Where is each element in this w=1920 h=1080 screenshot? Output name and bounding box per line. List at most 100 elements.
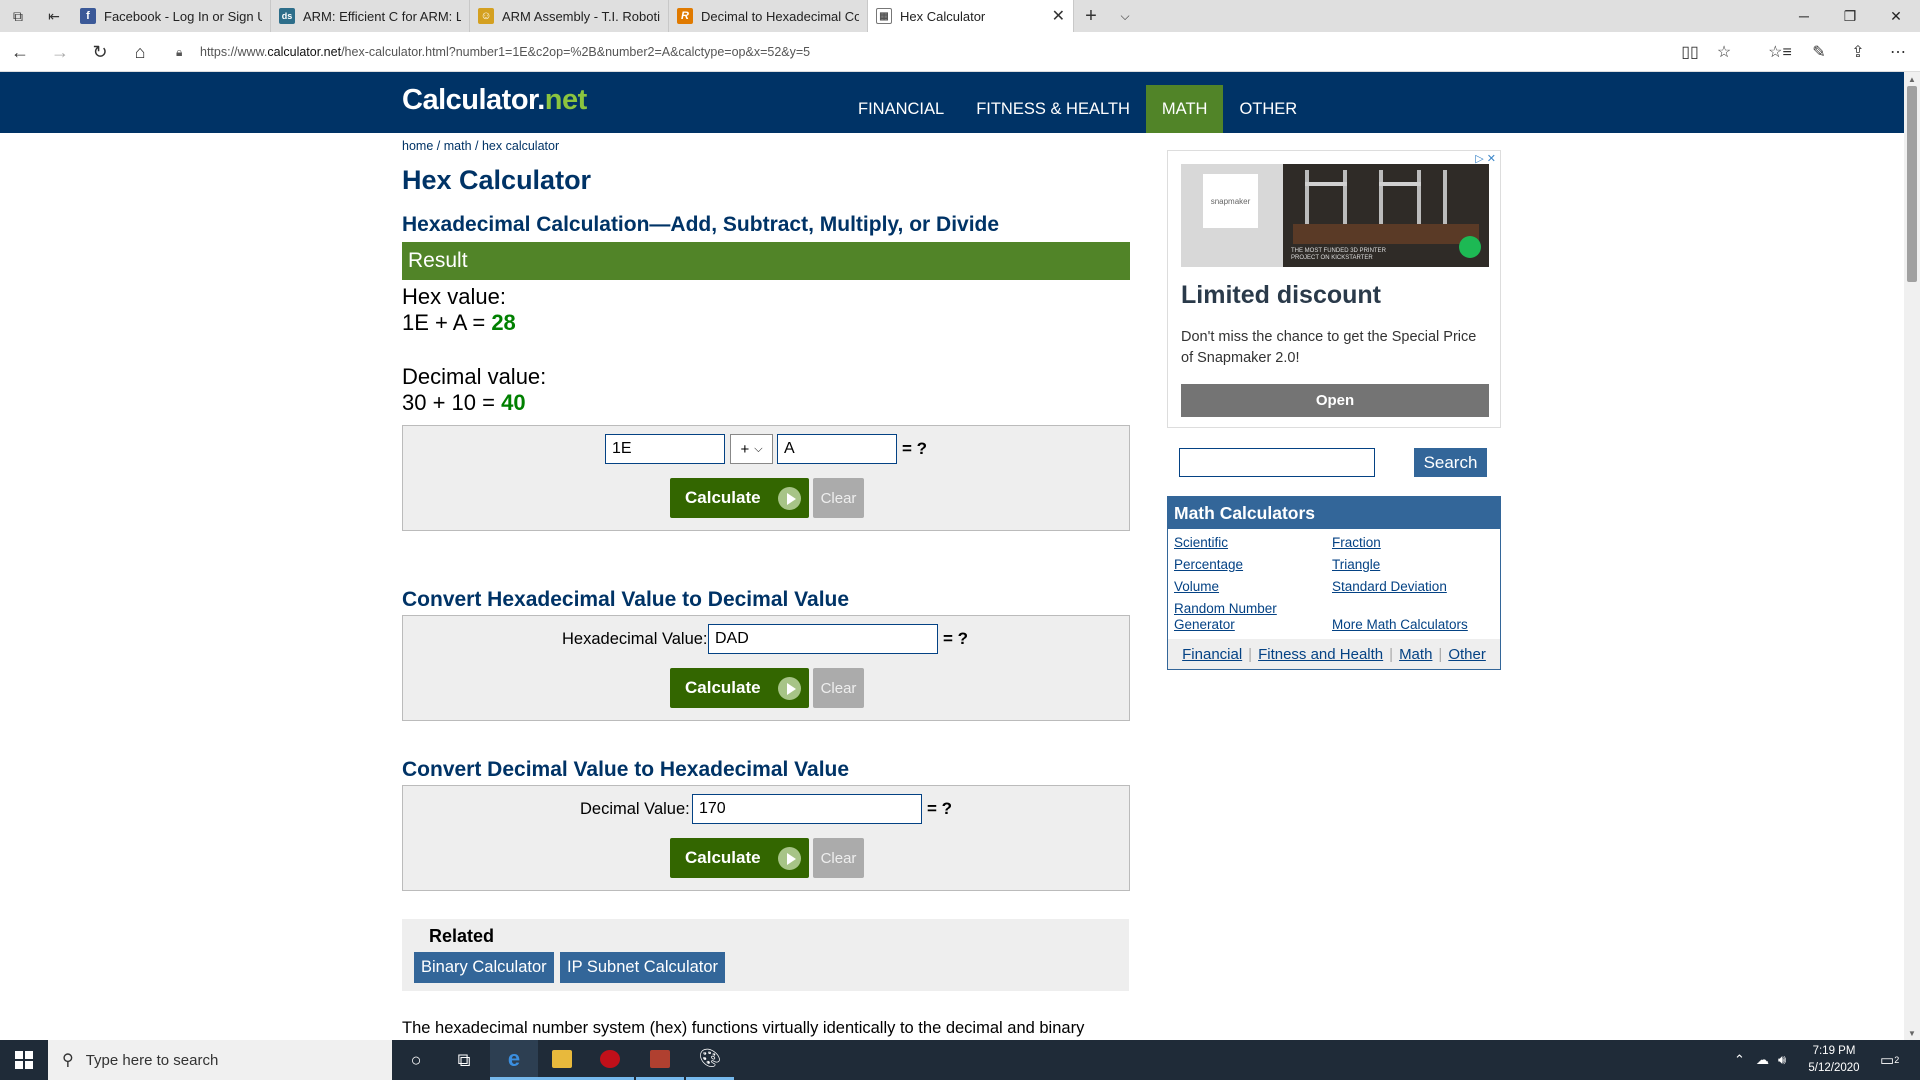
footer-math-link[interactable]: Math <box>1399 646 1432 663</box>
ad-open-button[interactable]: Open <box>1181 384 1489 417</box>
ip-subnet-calculator-link[interactable]: IP Subnet Calculator <box>560 952 726 983</box>
edge-browser-icon[interactable]: e <box>490 1040 538 1080</box>
calculate-button[interactable]: Calculate <box>670 478 809 518</box>
set-aside-tabs-icon[interactable]: ⇤ <box>36 0 72 32</box>
onedrive-cloud-icon[interactable]: ☁ <box>1756 1040 1769 1080</box>
random-number-generator-link[interactable]: Random Number Generator <box>1174 601 1294 633</box>
calculate-button[interactable]: Calculate <box>670 668 809 708</box>
ad-brand: snapmaker <box>1210 196 1251 206</box>
ad-image[interactable]: snapmaker THE MOST FUNDED 3D PRINTER PRO… <box>1181 164 1489 267</box>
facebook-icon: f <box>80 8 96 24</box>
minimize-icon[interactable]: ─ <box>1781 0 1827 32</box>
triangle-link[interactable]: Triangle <box>1332 557 1380 573</box>
percentage-link[interactable]: Percentage <box>1174 557 1243 573</box>
binary-calculator-link[interactable]: Binary Calculator <box>414 952 554 983</box>
app-red-icon[interactable] <box>586 1040 634 1080</box>
start-button[interactable] <box>0 1040 48 1080</box>
close-window-icon[interactable]: ✕ <box>1873 0 1919 32</box>
code-composer-icon[interactable] <box>636 1040 684 1080</box>
decimal-value-input[interactable] <box>692 794 922 824</box>
back-icon[interactable]: ← <box>0 32 40 72</box>
operator-select[interactable]: + ⌵ <box>730 434 773 464</box>
reading-view-icon[interactable]: ▯▯ <box>1672 32 1708 72</box>
calculate-button[interactable]: Calculate <box>670 838 809 878</box>
hex-value-input[interactable] <box>708 624 938 654</box>
scroll-down-icon[interactable]: ▼ <box>1904 1026 1920 1040</box>
task-view-icon[interactable]: ⧉ <box>440 1040 488 1080</box>
cortana-icon[interactable]: ○ <box>392 1040 440 1080</box>
nav-fitness-health[interactable]: FITNESS & HEALTH <box>960 85 1146 133</box>
close-tab-icon[interactable]: ✕ <box>1052 6 1065 26</box>
clear-button[interactable]: Clear <box>813 838 864 878</box>
decimal-value-field-label: Decimal Value: <box>580 800 690 818</box>
scientific-link[interactable]: Scientific <box>1174 535 1228 551</box>
tab-facebook[interactable]: f Facebook - Log In or Sign U <box>72 0 271 32</box>
volume-icon[interactable]: 🔊︎ <box>1778 1040 1786 1080</box>
nav-financial[interactable]: FINANCIAL <box>842 85 960 133</box>
url-prefix: https://www. <box>200 45 268 59</box>
more-math-calculators-link[interactable]: More Math Calculators <box>1332 617 1468 633</box>
scroll-thumb[interactable] <box>1907 86 1917 282</box>
tab-decimal-to-hex[interactable]: R Decimal to Hexadecimal Co <box>669 0 868 32</box>
url-field[interactable]: 🔒︎ https://www. calculator.net/hex-calcul… <box>176 38 1736 66</box>
robot-icon: ☺ <box>478 8 494 24</box>
nav-other[interactable]: OTHER <box>1223 85 1313 133</box>
clear-button[interactable]: Clear <box>813 668 864 708</box>
page-scrollbar[interactable]: ▲ ▼ <box>1904 72 1920 1040</box>
decimal-value-label: Decimal value: <box>402 364 547 389</box>
scroll-up-icon[interactable]: ▲ <box>1904 72 1920 86</box>
printer-frame <box>1379 182 1421 186</box>
breadcrumb-home[interactable]: home <box>402 139 433 153</box>
printer-frame <box>1305 170 1309 226</box>
printer-frame <box>1305 182 1347 186</box>
paint-app-icon[interactable]: 🎨︎ <box>686 1040 734 1080</box>
site-logo[interactable]: Calculator.net <box>402 84 587 117</box>
footer-fitness-link[interactable]: Fitness and Health <box>1258 646 1383 663</box>
forward-icon[interactable]: → <box>40 32 80 72</box>
more-menu-icon[interactable]: ⋯ <box>1880 32 1916 72</box>
breadcrumb-math[interactable]: math <box>444 139 472 153</box>
site-search-input[interactable] <box>1179 448 1375 477</box>
notifications-icon[interactable]: ▭ 2 <box>1880 1040 1899 1080</box>
printer-frame <box>1379 170 1383 226</box>
footer-other-link[interactable]: Other <box>1448 646 1486 663</box>
refresh-icon[interactable]: ↻ <box>80 32 120 72</box>
tab-title: ARM Assembly - T.I. Robotic <box>502 8 660 24</box>
chevron-down-icon[interactable]: ⌵ <box>1108 0 1142 32</box>
standard-deviation-link[interactable]: Standard Deviation <box>1332 579 1447 595</box>
advertisement[interactable]: ▷ ✕ snapmaker THE MOST FUNDED 3D PRINTER… <box>1167 150 1501 428</box>
tab-arm-efficient-c[interactable]: ds ARM: Efficient C for ARM: Lc <box>271 0 470 32</box>
calculator-subtitle: Hexadecimal Calculation—Add, Subtract, M… <box>402 213 1000 236</box>
fraction-link[interactable]: Fraction <box>1332 535 1381 551</box>
related-section: Related Binary Calculator IP Subnet Calc… <box>402 919 1129 991</box>
favorites-list-icon[interactable]: ☆≡ <box>1762 32 1798 72</box>
pen-icon[interactable]: ✎ <box>1801 32 1837 72</box>
share-icon[interactable]: ⇪ <box>1840 32 1876 72</box>
breadcrumb-current[interactable]: hex calculator <box>482 139 559 153</box>
second-number-input[interactable] <box>777 434 897 464</box>
system-clock[interactable]: 7:19 PM 5/12/2020 <box>1794 1043 1874 1077</box>
taskbar-search-box[interactable]: ⚲ Type here to search <box>48 1040 392 1080</box>
breadcrumb: home / math / hex calculator <box>402 139 559 153</box>
ad-caption-line: PROJECT ON KICKSTARTER <box>1291 255 1373 261</box>
tab-actions-icon[interactable]: ⧉ <box>0 0 36 32</box>
favorite-star-icon[interactable]: ☆ <box>1706 32 1742 72</box>
first-number-input[interactable] <box>605 434 725 464</box>
tab-arm-assembly[interactable]: ☺ ARM Assembly - T.I. Robotic <box>470 0 669 32</box>
clear-button[interactable]: Clear <box>813 478 864 518</box>
site-search-button[interactable]: Search <box>1414 448 1487 477</box>
show-hidden-icons-icon[interactable]: ⌃ <box>1734 1040 1745 1080</box>
ad-headline[interactable]: Limited discount <box>1181 281 1381 310</box>
home-icon[interactable]: ⌂ <box>120 32 160 72</box>
taskbar-search-placeholder: Type here to search <box>85 1051 219 1069</box>
equals-label: = ? <box>927 799 953 818</box>
footer-separator: | <box>1389 645 1394 663</box>
new-tab-icon[interactable]: + <box>1074 0 1108 32</box>
file-explorer-icon[interactable] <box>538 1040 586 1080</box>
tab-hex-calculator[interactable]: ▦ Hex Calculator ✕ <box>868 0 1074 32</box>
restore-icon[interactable]: ❐ <box>1827 0 1873 32</box>
nav-math[interactable]: MATH <box>1145 85 1224 133</box>
footer-financial-link[interactable]: Financial <box>1182 646 1242 663</box>
math-calculators-box: Math Calculators Scientific Percentage V… <box>1167 496 1501 670</box>
volume-link[interactable]: Volume <box>1174 579 1219 595</box>
